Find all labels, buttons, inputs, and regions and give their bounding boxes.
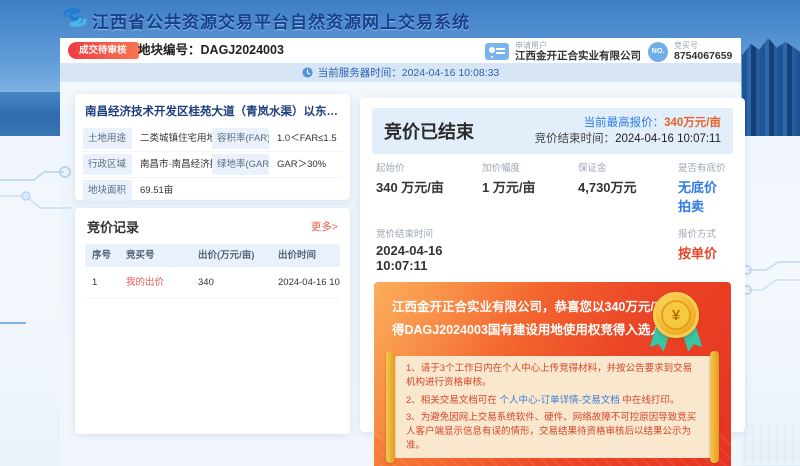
bidder-number-label: 竞买号 bbox=[674, 41, 732, 50]
bid-records-card: 竞价记录 更多> 序号 竞买号 出价(万元/亩) 出价时间 1 我的出价 340… bbox=[75, 208, 350, 434]
applicant-label: 申请用户 bbox=[515, 41, 641, 50]
congratulations-banner: 江西金开正合实业有限公司，恭喜您以340万元/亩,获得DAGJ2024003国有… bbox=[374, 282, 731, 466]
highest-bid-label: 当前最高报价： bbox=[584, 117, 665, 129]
land-field-label: 容积率(FAR) bbox=[212, 128, 269, 149]
circuit-decoration-right bbox=[740, 260, 800, 306]
trade-docs-link[interactable]: 个人中心-订单详情-交易文档 bbox=[499, 395, 619, 406]
more-link[interactable]: 更多> bbox=[311, 219, 338, 234]
land-field-label: 地块面积 bbox=[83, 180, 132, 201]
info-deposit: 保证金 4,730万元 bbox=[578, 160, 678, 215]
land-field-value: 1.0＜FAR≤1.5 bbox=[272, 126, 342, 151]
land-field-value: GAR＞30% bbox=[272, 152, 342, 177]
cityscape-photo-left bbox=[0, 92, 62, 136]
bid-seq: 1 bbox=[85, 267, 119, 298]
plot-code: 地块编号：DAGJ2024003 bbox=[138, 38, 284, 63]
land-field-label: 绿地率(GAR) bbox=[212, 154, 269, 175]
clock-icon bbox=[302, 67, 313, 78]
scroll-roller-left bbox=[386, 351, 395, 463]
column-header-bidder: 竞买号 bbox=[119, 244, 191, 267]
land-table-row: 行政区域 南昌市·南昌经济技… 绿地率(GAR) GAR＞30% bbox=[83, 152, 342, 178]
land-field-value: 69.51亩 bbox=[135, 178, 212, 203]
land-table-row: 地块面积 69.51亩 bbox=[83, 178, 342, 203]
end-time-line: 竞价结束时间：2024-04-16 10:07:11 bbox=[535, 131, 721, 147]
plot-code-label: 地块编号： bbox=[138, 43, 201, 57]
circuit-decoration-left bbox=[0, 166, 72, 224]
medal-icon: ¥ bbox=[645, 292, 707, 356]
server-time-bar: 当前服务器时间：2024-04-16 10:08:33 bbox=[60, 63, 741, 82]
top-info-bar: 成交待审核 地块编号：DAGJ2024003 申请用户 江西金开正合实业有限公司… bbox=[60, 38, 741, 63]
land-field-empty bbox=[272, 178, 342, 203]
applicant-name: 江西金开正合实业有限公司 bbox=[515, 50, 641, 62]
end-time-label: 竞价结束时间： bbox=[535, 133, 616, 145]
land-field-label: 行政区域 bbox=[83, 154, 132, 175]
page-title: 江西省公共资源交易平台自然资源网上交易系统 bbox=[92, 8, 470, 33]
auction-status-meta: 当前最高报价：340万元/亩 竞价结束时间：2024-04-16 10:07:1… bbox=[535, 115, 721, 147]
table-row: 1 我的出价 340 2024-04-16 10:03:11:588 bbox=[85, 267, 340, 299]
status-badge: 成交待审核 bbox=[68, 42, 139, 59]
info-reserve-price: 是否有底价 无底价拍卖 bbox=[678, 160, 729, 215]
bidder-number-block: NO. 竞买号 8754067659 bbox=[648, 41, 732, 62]
land-title: 南昌经济技术开发区桂苑大道（青岚水渠）以东、双港西大街绿地以南… bbox=[75, 94, 350, 126]
auction-result-card: 竞价已结束 当前最高报价：340万元/亩 竞价结束时间：2024-04-16 1… bbox=[360, 98, 745, 432]
page-root: 江西省公共资源交易平台自然资源网上交易系统 成交待审核 地块编号：DAGJ202… bbox=[0, 0, 800, 466]
land-field-value: 南昌市·南昌经济技… bbox=[135, 152, 212, 177]
notice2-prefix: 2、相关交易文档可在 bbox=[406, 395, 499, 406]
end-time-value: 2024-04-16 10:07:11 bbox=[615, 133, 721, 145]
plot-code-value: DAGJ2024003 bbox=[201, 43, 284, 57]
info-start-price: 起始价 340 万元/亩 bbox=[376, 160, 482, 215]
info-end-time: 竞价结束时间 2024-04-16 10:07:11 bbox=[376, 226, 482, 273]
info-increment: 加价幅度 1 万元/亩 bbox=[482, 160, 578, 215]
notice-item-1: 1、请于3个工作日内在个人中心上传竞得材料，并按公告要求到交易机构进行资格审核。 bbox=[406, 362, 699, 391]
auction-info-grid: 起始价 340 万元/亩 加价幅度 1 万元/亩 保证金 4,730万元 是否有… bbox=[376, 160, 729, 273]
column-header-time: 出价时间 bbox=[271, 244, 340, 267]
info-quote-mode: 报价方式 按单价 bbox=[678, 226, 729, 273]
bid-records-header: 竞价记录 更多> bbox=[75, 208, 350, 244]
scroll-roller-right bbox=[710, 351, 719, 463]
land-field-value: 二类城镇住宅用地、… bbox=[135, 126, 212, 151]
land-info-card: 南昌经济技术开发区桂苑大道（青岚水渠）以东、双港西大街绿地以南… 土地用途 二类… bbox=[75, 94, 350, 200]
bidder-number-value: 8754067659 bbox=[674, 50, 732, 62]
land-info-table: 土地用途 二类城镇住宅用地、… 容积率(FAR) 1.0＜FAR≤1.5 行政区… bbox=[83, 126, 342, 203]
notice2-suffix: 中在线打印。 bbox=[620, 395, 680, 406]
platform-logo-icon bbox=[62, 6, 88, 30]
auction-status-strip: 竞价已结束 当前最高报价：340万元/亩 竞价结束时间：2024-04-16 1… bbox=[372, 108, 733, 154]
highest-bid-line: 当前最高报价：340万元/亩 bbox=[535, 115, 721, 131]
number-icon: NO. bbox=[648, 42, 668, 62]
land-field-empty bbox=[212, 180, 269, 201]
bid-bidder: 我的出价 bbox=[119, 267, 191, 298]
line-decoration-left bbox=[0, 322, 26, 324]
highest-bid-value: 340万元/亩 bbox=[664, 117, 721, 129]
notice-item-3: 3、为避免因网上交易系统软件、硬件、网络故障不可控原因导致竞买人客户端显示信息有… bbox=[406, 411, 699, 454]
bid-time: 2024-04-16 10:03:11:588 bbox=[271, 267, 340, 298]
id-card-icon bbox=[485, 43, 509, 60]
bid-price: 340 bbox=[191, 267, 271, 298]
yuan-symbol: ¥ bbox=[661, 300, 691, 330]
column-header-seq: 序号 bbox=[85, 244, 119, 267]
notice-item-2: 2、相关交易文档可在 个人中心-订单详情-交易文档 中在线打印。 bbox=[406, 394, 699, 408]
gold-coin-icon: ¥ bbox=[653, 292, 699, 338]
grid-decoration-bottom-right bbox=[744, 426, 800, 466]
notice-scroll: 1、请于3个工作日内在个人中心上传竞得材料，并按公告要求到交易机构进行资格审核。… bbox=[390, 356, 715, 458]
cityscape-photo-right bbox=[742, 38, 800, 136]
auction-status: 竞价已结束 bbox=[384, 118, 474, 144]
server-time-text: 当前服务器时间：2024-04-16 10:08:33 bbox=[318, 65, 500, 80]
column-header-price: 出价(万元/亩) bbox=[191, 244, 271, 267]
bid-records-table: 序号 竞买号 出价(万元/亩) 出价时间 1 我的出价 340 2024-04-… bbox=[85, 244, 340, 299]
bid-table-header-row: 序号 竞买号 出价(万元/亩) 出价时间 bbox=[85, 244, 340, 267]
land-table-row: 土地用途 二类城镇住宅用地、… 容积率(FAR) 1.0＜FAR≤1.5 bbox=[83, 126, 342, 152]
applicant-block: 申请用户 江西金开正合实业有限公司 bbox=[485, 41, 641, 62]
bid-records-title: 竞价记录 bbox=[87, 217, 139, 236]
land-field-label: 土地用途 bbox=[83, 128, 132, 149]
